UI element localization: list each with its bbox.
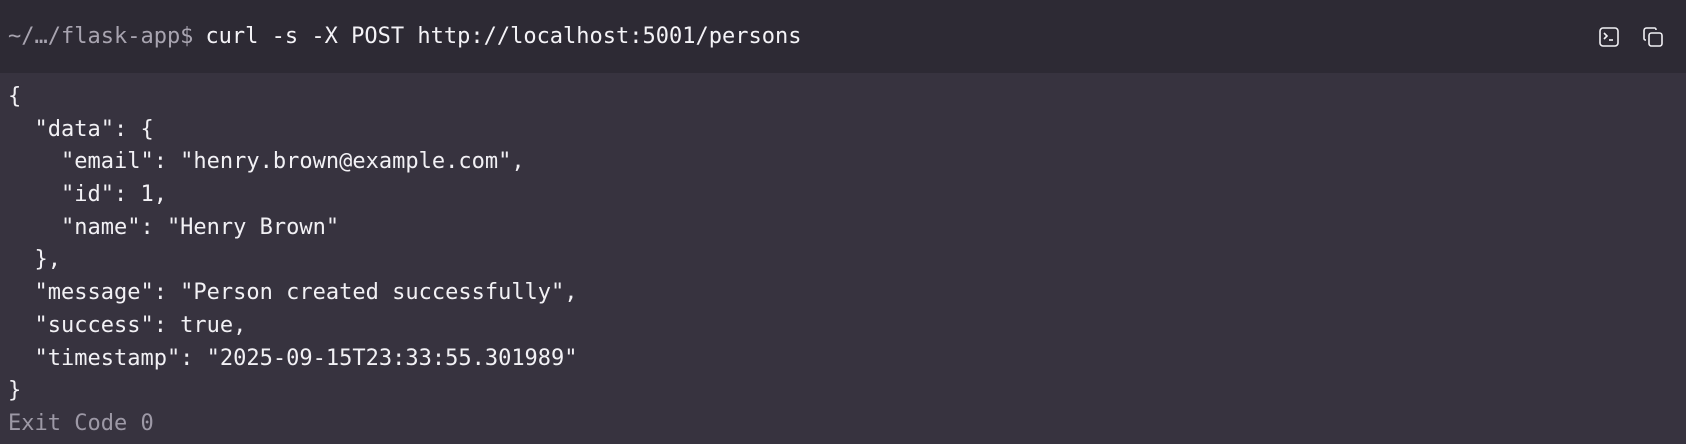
output-line: { <box>8 84 22 109</box>
output-line: "email": "henry.brown@example.com", <box>8 149 525 175</box>
output-line: "id": 1, <box>8 182 167 208</box>
output-line: "data": { <box>8 116 154 142</box>
command-output: { "data": { "email": "henry.brown@exampl… <box>0 81 1686 441</box>
output-line: }, <box>8 247 61 273</box>
output-line: "name": "Henry Brown" <box>8 214 340 240</box>
output-line: "message": "Person created successfully"… <box>8 280 578 306</box>
exit-code: Exit Code 0 <box>8 410 154 436</box>
output-line: "success": true, <box>8 312 247 338</box>
shell-prompt: ~/…/flask-app$ <box>8 24 194 49</box>
output-line: } <box>8 378 22 404</box>
terminal-icon <box>1599 26 1619 47</box>
copy-icon <box>1643 26 1663 47</box>
open-terminal-button[interactable] <box>1596 24 1622 50</box>
terminal-panel: ~/…/flask-app$ curl -s -X POST http://lo… <box>0 0 1686 444</box>
output-line: "timestamp": "2025-09-15T23:33:55.301989… <box>8 345 578 371</box>
command-text: curl -s -X POST http://localhost:5001/pe… <box>205 24 802 49</box>
command-header: ~/…/flask-app$ curl -s -X POST http://lo… <box>0 0 1686 73</box>
copy-button[interactable] <box>1640 24 1666 50</box>
header-actions <box>1596 24 1666 50</box>
